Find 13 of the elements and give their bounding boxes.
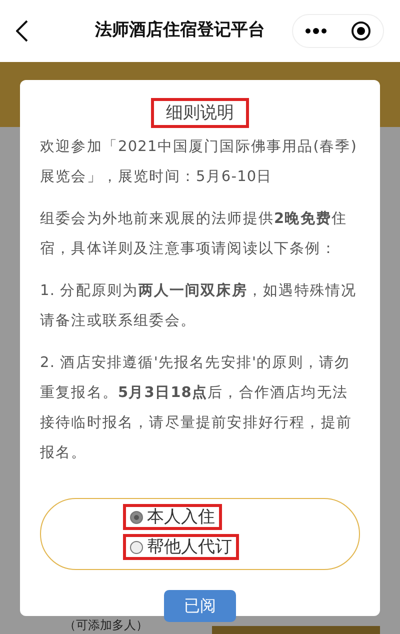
radio-option[interactable]: 本人入住 [123,504,222,530]
page-title: 法师酒店住宿登记平台 [94,19,266,42]
more-icon[interactable] [305,28,327,34]
radio-option[interactable]: 帮他人代订 [123,534,239,560]
read-button[interactable]: 已阅 [164,590,236,622]
close-icon[interactable] [351,21,371,41]
rule-paragraph: 欢迎参加「2021中国厦门国际佛事用品(春季)展览会」，展览时间：5月6-10日 [40,138,358,187]
rule-paragraph: 组委会为外地前来观展的法师提供2晚免费住宿，具体详则及注意事项请阅读以下条例： [40,210,348,259]
dialog-title: 细则说明 [151,98,249,128]
rule-paragraph: 2. 酒店安排遵循'先报名先安排'的原则，请勿重复报名。5月3日18点后，合作酒店均无法接待临时报名，请尽量提前安排好行程，提前报名。 [40,354,353,463]
rule-paragraph: 1. 分配原则为两人一间双床房，如遇特殊情况请备注或联系组委会。 [40,281,358,331]
hint-text: （可添加多人） [64,617,148,634]
back-icon[interactable] [16,20,28,42]
